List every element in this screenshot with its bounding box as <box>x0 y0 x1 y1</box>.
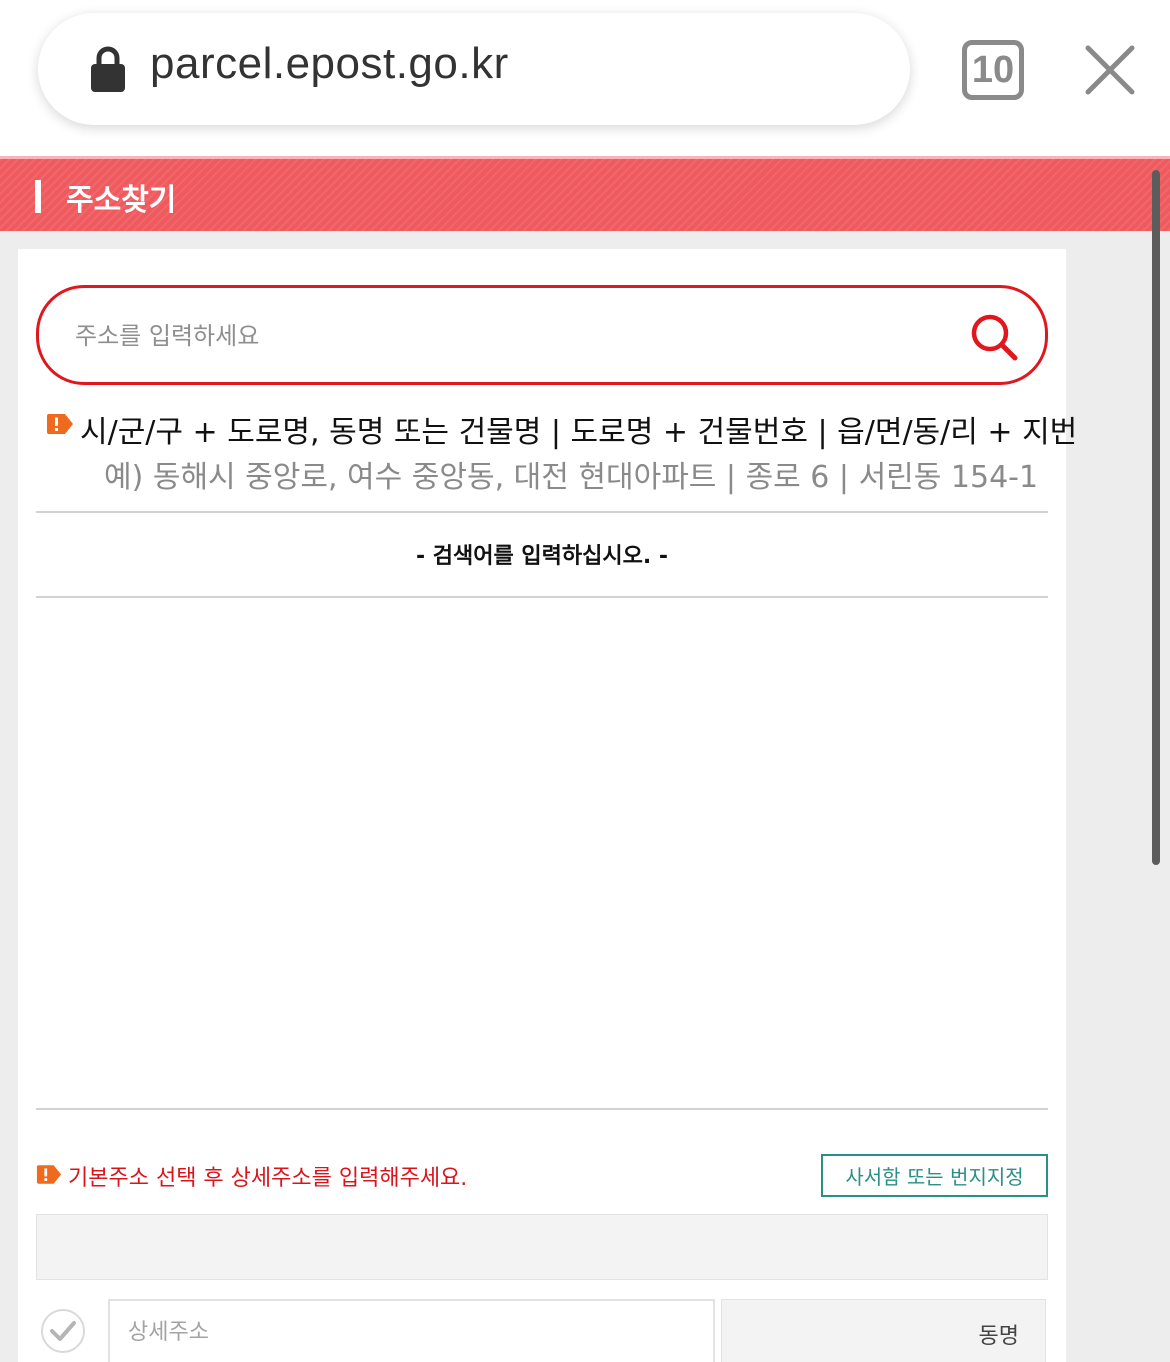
search-input[interactable] <box>75 314 955 358</box>
results-bottom-divider <box>36 1108 1048 1110</box>
detail-address-input[interactable] <box>108 1299 715 1362</box>
scrollbar-thumb[interactable] <box>1152 170 1160 865</box>
page-title: 주소찾기 <box>66 183 177 218</box>
search-box[interactable] <box>36 285 1048 385</box>
browser-toolbar: parcel.epost.go.kr 10 <box>0 0 1170 156</box>
pobox-lot-button[interactable]: 사서함 또는 번지지정 <box>821 1154 1048 1197</box>
search-format-guide: 시/군/구 + 도로명, 동명 또는 건물명 | 도로명 + 건물번호 | 읍/… <box>80 415 1078 450</box>
checkmark-circle-icon[interactable] <box>40 1308 86 1354</box>
search-example: 예) 동해시 중앙로, 여수 중앙동, 대전 현대아파트 | 종로 6 | 서린… <box>104 460 1039 495</box>
results-header-divider <box>36 596 1048 598</box>
exclamation-tag-icon <box>36 1165 62 1184</box>
tab-count: 10 <box>971 49 1015 91</box>
empty-results-message: - 검색어를 입력하십시오. - <box>416 544 668 569</box>
search-icon[interactable] <box>969 312 1019 362</box>
exclamation-tag-icon <box>47 414 73 434</box>
detail-address-notice: 기본주소 선택 후 상세주소를 입력해주세요. <box>68 1166 468 1191</box>
lock-icon <box>91 46 125 92</box>
close-icon[interactable] <box>1084 44 1136 96</box>
url-text[interactable]: parcel.epost.go.kr <box>150 39 509 89</box>
tabs-icon[interactable]: 10 <box>962 40 1024 100</box>
address-bar[interactable]: parcel.epost.go.kr <box>38 13 910 125</box>
header-accent-bar <box>35 180 41 213</box>
page-header: 주소찾기 <box>0 156 1170 231</box>
results-top-divider <box>36 511 1048 513</box>
dong-name-field: 동명 <box>721 1299 1046 1362</box>
base-address-field <box>36 1214 1048 1280</box>
dong-name-label: 동명 <box>978 1324 1019 1349</box>
